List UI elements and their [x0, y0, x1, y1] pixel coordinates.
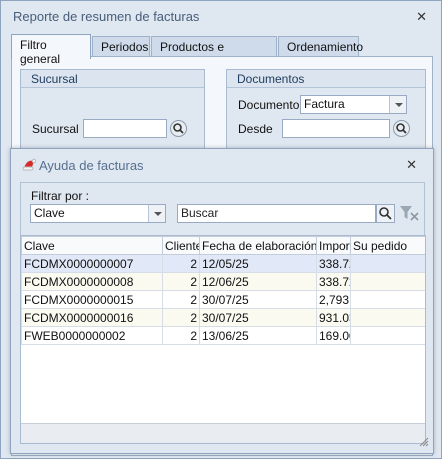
santa-hat-icon [22, 157, 37, 174]
tab-filtro-general[interactable]: Filtro general [11, 34, 91, 66]
cell-fecha: 30/07/25 [199, 290, 317, 309]
invoice-help-dialog: Ayuda de facturas ✕ Filtrar por : Clave … [10, 148, 434, 454]
cell-clave: FCDMX0000000016 [21, 308, 163, 327]
cell-clave: FCDMX0000000007 [21, 254, 163, 273]
cell-clave: FCDMX0000000015 [21, 290, 163, 309]
cell-cliente: 2 [162, 254, 200, 273]
filter-select[interactable]: Clave [30, 204, 166, 223]
resize-grip-icon[interactable] [419, 436, 429, 450]
cell-su-pedido [350, 290, 425, 309]
tab-periodos[interactable]: Periodos [92, 36, 150, 58]
cell-importe: 338.72 [316, 272, 351, 291]
cell-clave: FCDMX0000000008 [21, 272, 163, 291]
cell-cliente: 2 [162, 326, 200, 345]
cell-importe: 2,793. [316, 290, 351, 309]
close-icon[interactable]: ✕ [416, 9, 427, 25]
documentos-group: Documentos Documento Factura Desde [226, 69, 426, 151]
filtrar-label: Filtrar por : [31, 189, 90, 203]
col-clave[interactable]: Clave [21, 236, 163, 255]
cell-su-pedido [350, 272, 425, 291]
search-icon[interactable] [376, 204, 395, 223]
col-su-pedido[interactable]: Su pedido [350, 236, 425, 255]
table-row[interactable]: FCDMX0000000007 2 12/05/25 338.72 [21, 254, 425, 273]
col-fecha[interactable]: Fecha de elaboración [199, 236, 317, 255]
cell-fecha: 13/06/25 [199, 326, 317, 345]
cell-importe: 338.72 [316, 254, 351, 273]
chevron-down-icon[interactable] [148, 205, 165, 222]
table-row[interactable]: FWEB0000000002 2 13/06/25 169.00 [21, 326, 425, 345]
cell-importe: 931.03 [316, 308, 351, 327]
documento-select[interactable]: Factura [300, 95, 407, 114]
cell-su-pedido [350, 254, 425, 273]
invoice-table: Clave Cliente Fecha de elaboración Impor… [21, 236, 425, 345]
dialog-title: Ayuda de facturas [39, 158, 144, 173]
sucursal-group: Sucursal Sucursal [20, 69, 205, 151]
cell-cliente: 2 [162, 290, 200, 309]
cell-su-pedido [350, 308, 425, 327]
report-window: Reporte de resumen de facturas ✕ Filtro … [0, 0, 442, 459]
sucursal-label: Sucursal [32, 122, 79, 136]
documentos-group-title: Documentos [227, 70, 425, 88]
col-importe[interactable]: Import [316, 236, 351, 255]
cell-cliente: 2 [162, 272, 200, 291]
desde-input[interactable] [282, 119, 390, 138]
chevron-down-icon[interactable] [389, 96, 406, 113]
filter-value: Clave [34, 206, 65, 220]
cell-fecha: 12/06/25 [199, 272, 317, 291]
table-row[interactable]: FCDMX0000000015 2 30/07/25 2,793. [21, 290, 425, 309]
col-cliente[interactable]: Cliente [162, 236, 200, 255]
cell-fecha: 30/07/25 [199, 308, 317, 327]
documento-value: Factura [304, 97, 345, 111]
title-bar: Reporte de resumen de facturas ✕ [1, 1, 441, 31]
cell-cliente: 2 [162, 308, 200, 327]
cell-fecha: 12/05/25 [199, 254, 317, 273]
sucursal-group-title: Sucursal [21, 70, 204, 88]
table-row[interactable]: FCDMX0000000008 2 12/06/25 338.72 [21, 272, 425, 291]
search-icon[interactable] [393, 120, 410, 137]
close-icon[interactable]: ✕ [406, 157, 417, 173]
invoice-grid: Clave Cliente Fecha de elaboración Impor… [20, 235, 426, 444]
cell-su-pedido [350, 326, 425, 345]
sucursal-input[interactable] [83, 119, 167, 138]
documento-label: Documento [238, 98, 300, 112]
horizontal-scrollbar[interactable] [21, 423, 425, 443]
cell-clave: FWEB0000000002 [21, 326, 163, 345]
tab-ordenamiento[interactable]: Ordenamiento [278, 36, 363, 58]
search-icon[interactable] [170, 120, 187, 137]
table-header: Clave Cliente Fecha de elaboración Impor… [21, 236, 425, 255]
desde-label: Desde [238, 122, 273, 136]
filter-clear-icon[interactable] [399, 204, 421, 225]
cell-importe: 169.00 [316, 326, 351, 345]
search-input[interactable]: Buscar [177, 204, 376, 223]
window-title: Reporte de resumen de facturas [13, 9, 200, 24]
tab-productos-impuestos[interactable]: Productos e impuestos [151, 36, 277, 68]
table-row[interactable]: FCDMX0000000016 2 30/07/25 931.03 [21, 308, 425, 327]
